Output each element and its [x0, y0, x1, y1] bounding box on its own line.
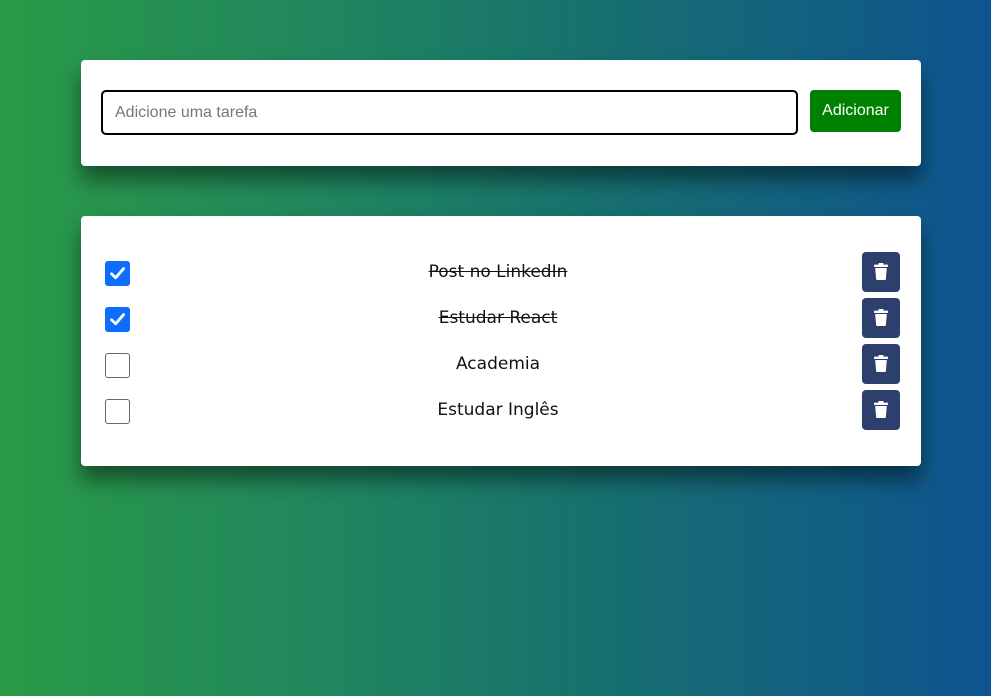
task-item: Post no LinkedIn [81, 252, 921, 298]
task-checkbox[interactable] [105, 353, 130, 378]
task-label: Estudar Inglês [437, 400, 559, 420]
task-checkbox[interactable] [105, 307, 130, 332]
checkmark-icon [110, 313, 125, 326]
task-item: Academia [81, 344, 921, 390]
trash-icon [874, 263, 888, 280]
task-checkbox[interactable] [105, 261, 130, 286]
task-item: Estudar Inglês [81, 390, 921, 436]
add-task-button[interactable]: Adicionar [810, 90, 901, 132]
delete-task-button[interactable] [862, 344, 900, 384]
task-input[interactable] [101, 90, 798, 135]
task-label: Academia [455, 354, 541, 374]
new-task-card: Adicionar [81, 60, 921, 166]
checkmark-icon [110, 267, 125, 280]
delete-task-button[interactable] [862, 390, 900, 430]
trash-icon [874, 309, 888, 326]
trash-icon [874, 401, 888, 418]
trash-icon [874, 355, 888, 372]
delete-task-button[interactable] [862, 252, 900, 292]
delete-task-button[interactable] [862, 298, 900, 338]
task-checkbox[interactable] [105, 399, 130, 424]
task-list-card: Post no LinkedIn Estudar React Academia [81, 216, 921, 466]
task-label: Estudar React [438, 308, 558, 328]
task-list: Post no LinkedIn Estudar React Academia [81, 252, 921, 436]
task-label: Post no LinkedIn [428, 262, 568, 282]
task-item: Estudar React [81, 298, 921, 344]
